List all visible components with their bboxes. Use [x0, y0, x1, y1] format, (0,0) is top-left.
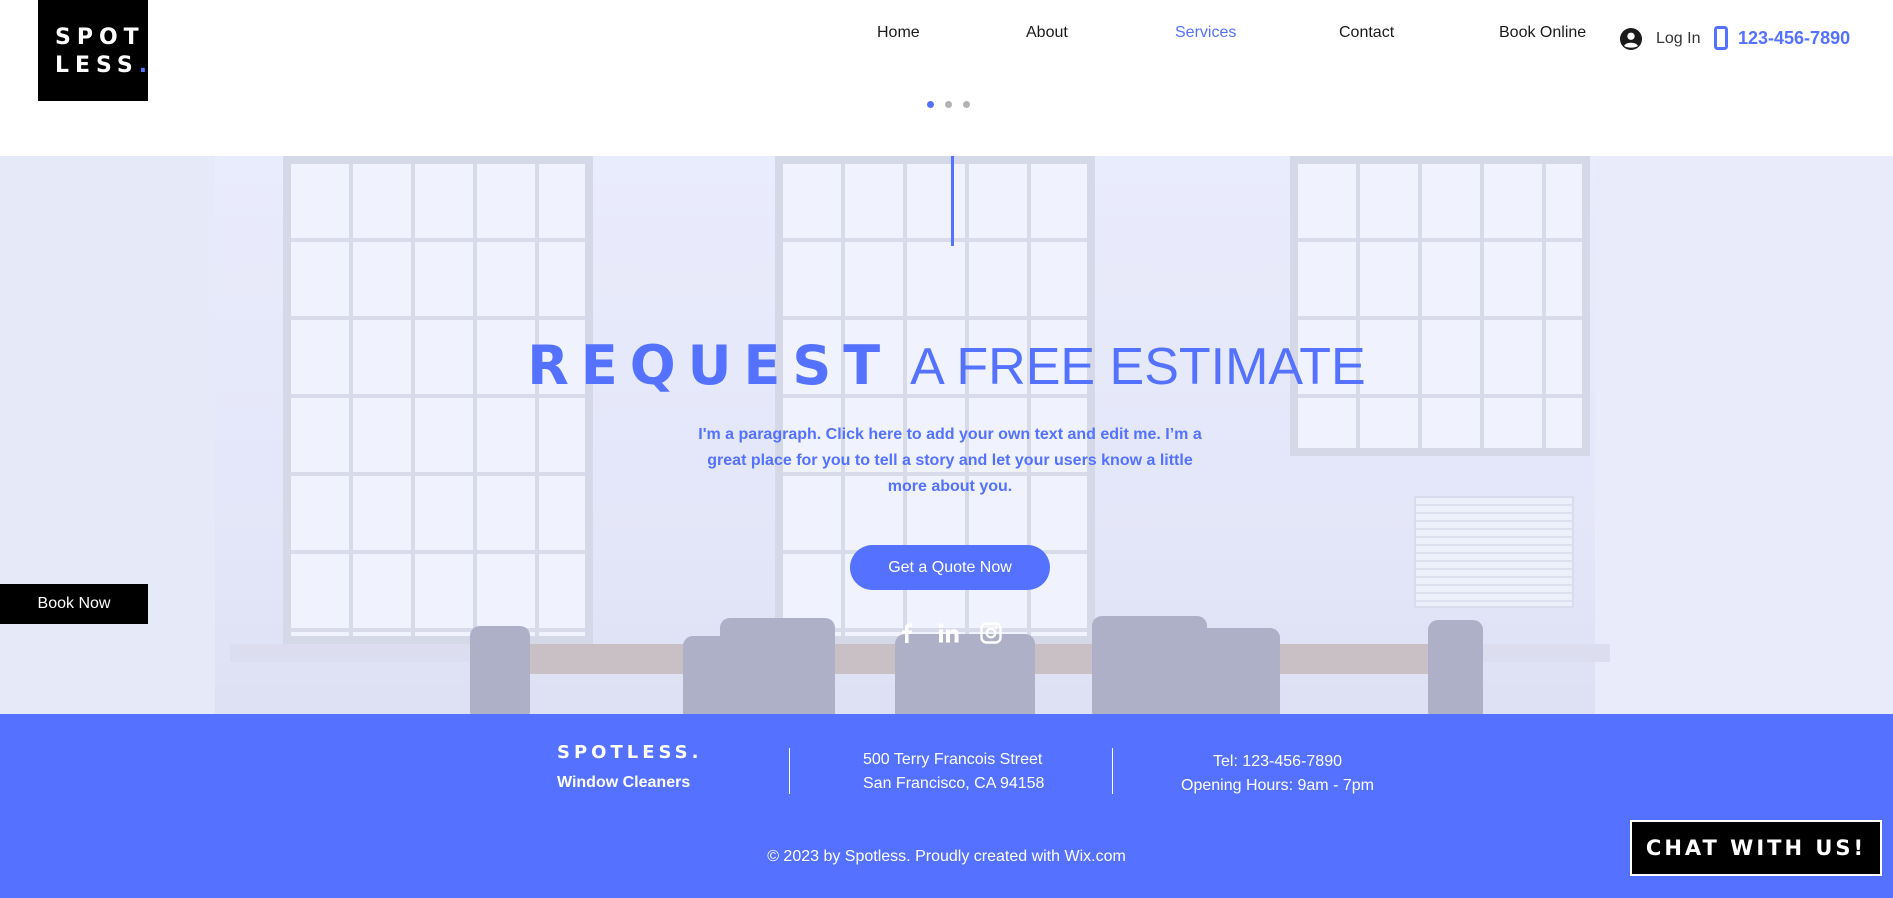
nav-item-book-online[interactable]: Book Online — [1499, 24, 1586, 42]
footer-tagline: Window Cleaners — [557, 774, 691, 791]
slider-dot-2[interactable] — [945, 101, 952, 108]
slider-dot-3[interactable] — [963, 101, 970, 108]
footer-contact: Tel: 123-456-7890 Opening Hours: 9am - 7… — [1170, 750, 1385, 798]
footer-address: 500 Terry Francois Street San Francisco,… — [863, 748, 1044, 796]
instagram-icon[interactable] — [979, 621, 1003, 645]
slider-dot-1[interactable] — [927, 101, 934, 108]
site-header: SPOT LESS. Home About Services Contact B… — [0, 0, 1893, 156]
footer-tel: Tel: 123-456-7890 — [1213, 753, 1342, 770]
login-button[interactable]: Log In — [1620, 27, 1700, 51]
headline-bold: REQUEST — [527, 334, 893, 397]
hero-headline: REQUEST A FREE ESTIMATE — [0, 334, 1893, 397]
login-label: Log In — [1656, 30, 1701, 47]
social-bar — [895, 621, 1003, 645]
hero-section: REQUEST A FREE ESTIMATE I'm a paragraph. … — [0, 156, 1893, 714]
footer-brand: SPOTLESS. — [557, 742, 703, 763]
main-nav: Home About Services Contact Book Online — [0, 24, 1893, 48]
logo-line2-text: LESS — [55, 53, 139, 78]
footer-address-line2: San Francisco, CA 94158 — [863, 775, 1045, 792]
nav-item-home[interactable]: Home — [877, 24, 920, 42]
nav-item-services[interactable]: Services — [1175, 24, 1236, 42]
nav-item-contact[interactable]: Contact — [1339, 24, 1394, 42]
page: SPOT LESS. Home About Services Contact B… — [0, 0, 1893, 898]
footer-divider-1 — [789, 748, 790, 794]
header-phone-number: 123-456-7890 — [1738, 27, 1851, 48]
hero-vertical-line — [951, 156, 954, 246]
logo-line2: LESS. — [55, 52, 148, 80]
headline-light: A FREE ESTIMATE — [910, 338, 1366, 396]
header-phone[interactable]: 123-456-7890 — [1714, 26, 1850, 50]
footer-copyright: © 2023 by Spotless. Proudly created with… — [767, 848, 1126, 865]
site-logo[interactable]: SPOT LESS. — [38, 0, 148, 101]
footer-divider-2 — [1112, 748, 1113, 794]
get-quote-button[interactable]: Get a Quote Now — [850, 545, 1050, 590]
linkedin-icon[interactable] — [937, 621, 961, 645]
slider-indicator — [927, 101, 970, 108]
footer-address-line1: 500 Terry Francois Street — [863, 751, 1043, 768]
footer-hours: Opening Hours: 9am - 7pm — [1181, 777, 1374, 794]
nav-item-about[interactable]: About — [1026, 24, 1068, 42]
facebook-icon[interactable] — [895, 621, 919, 645]
logo-dot: . — [138, 53, 154, 78]
smartphone-icon — [1714, 26, 1728, 50]
user-avatar-icon — [1620, 28, 1642, 50]
site-footer: SPOTLESS. Window Cleaners 500 Terry Fran… — [0, 714, 1893, 898]
hero-paragraph: I'm a paragraph. Click here to add your … — [698, 426, 1202, 495]
book-now-button[interactable]: Book Now — [0, 584, 148, 624]
chat-with-us-button[interactable]: CHAT WITH US! — [1630, 820, 1882, 876]
